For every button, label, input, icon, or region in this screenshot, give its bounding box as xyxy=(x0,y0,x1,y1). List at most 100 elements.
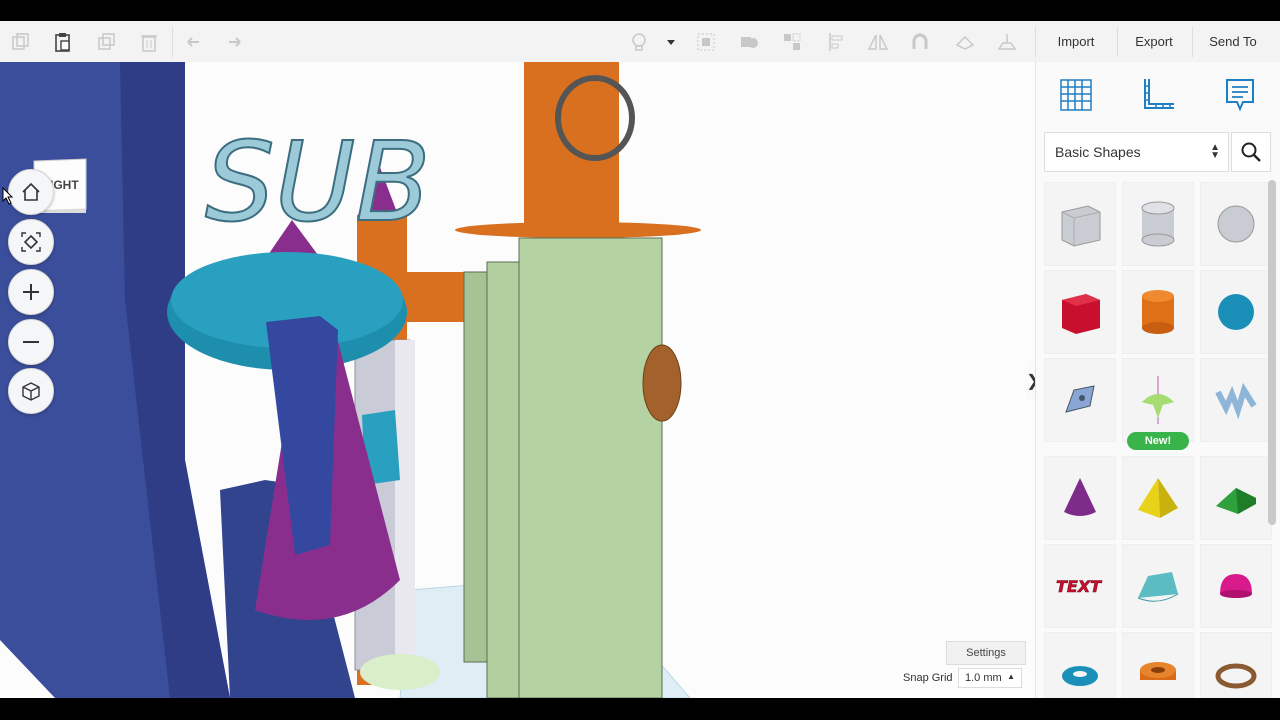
light-cylinder[interactable] xyxy=(395,340,415,670)
mirror-icon[interactable] xyxy=(865,29,891,55)
shape-box-hole[interactable] xyxy=(1044,182,1116,266)
solid-icon[interactable] xyxy=(736,29,762,55)
shape-sphere[interactable] xyxy=(1200,270,1272,354)
delete-icon[interactable] xyxy=(136,29,162,55)
shape-scribble[interactable] xyxy=(1044,358,1116,442)
shape-pyramid[interactable] xyxy=(1122,456,1194,540)
cylinder-icon xyxy=(1142,290,1174,334)
perspective-icon xyxy=(22,382,40,401)
light-green-base[interactable] xyxy=(360,654,440,690)
shape-roof[interactable] xyxy=(1200,456,1272,540)
pyramid-icon xyxy=(1138,478,1178,518)
toolbar: Import Export Send To xyxy=(0,21,1280,63)
shape-text[interactable]: TEXT xyxy=(1044,544,1116,628)
redo-icon[interactable] xyxy=(222,29,248,55)
cylinder-hole-icon xyxy=(1141,201,1175,247)
ruler-icon xyxy=(1144,79,1174,109)
shape-search-button[interactable] xyxy=(1231,132,1271,172)
half-sphere-icon xyxy=(1137,572,1179,602)
ruler-tab[interactable] xyxy=(1138,74,1178,116)
snap-grid-label: Snap Grid xyxy=(903,672,953,684)
zoom-in-button[interactable] xyxy=(8,269,54,315)
cruise-icon[interactable] xyxy=(952,29,978,55)
green-cylinder-front[interactable] xyxy=(518,237,663,698)
ring-icon xyxy=(1215,663,1257,689)
home-icon xyxy=(22,182,40,201)
ungroup-icon[interactable] xyxy=(779,29,805,55)
grid-icon xyxy=(1060,79,1092,111)
orange-disc[interactable] xyxy=(455,222,701,238)
group-icon[interactable] xyxy=(693,29,719,55)
sphere-icon xyxy=(1218,294,1254,330)
mouse-cursor-icon xyxy=(2,186,14,205)
shape-library-select[interactable]: Basic Shapes ▲ ▼ xyxy=(1044,132,1229,172)
fit-view-button[interactable] xyxy=(8,219,54,265)
notes-tab[interactable] xyxy=(1220,74,1260,116)
duplicate-icon[interactable] xyxy=(94,29,120,55)
text-3d-icon xyxy=(1215,382,1257,420)
zoom-out-icon xyxy=(23,341,39,343)
import-button[interactable]: Import xyxy=(1046,21,1106,62)
send-to-button[interactable]: Send To xyxy=(1200,21,1266,62)
workplane-icon[interactable] xyxy=(994,29,1020,55)
shape-half-sphere[interactable] xyxy=(1122,544,1194,628)
roof-icon xyxy=(1216,488,1256,514)
lightbulb-icon[interactable] xyxy=(626,29,652,55)
new-badge: New! xyxy=(1127,432,1189,450)
notes-icon xyxy=(1226,79,1254,112)
scene-canvas[interactable]: SUB xyxy=(0,62,1035,698)
torus-icon xyxy=(1062,666,1098,686)
fit-view-icon xyxy=(21,232,41,252)
copy-icon[interactable] xyxy=(8,29,34,55)
home-view-button[interactable] xyxy=(8,169,54,215)
paraboloid-icon xyxy=(1220,574,1252,598)
sphere-hole-icon xyxy=(1217,205,1255,243)
toolbar-divider xyxy=(1192,27,1193,57)
3d-workplane-viewport[interactable]: SUB RIGHT Settings Snap Grid 1.0 mm ▲ xyxy=(0,62,1035,698)
panel-scrollbar[interactable] xyxy=(1268,180,1276,525)
zoom-out-button[interactable] xyxy=(8,319,54,365)
sub-3d-text[interactable]: SUB xyxy=(204,117,432,247)
align-icon[interactable] xyxy=(824,29,850,55)
shape-ring[interactable] xyxy=(1200,632,1272,698)
settings-button[interactable]: Settings xyxy=(946,641,1026,665)
top-letterbox xyxy=(0,0,1280,21)
grid-tab[interactable] xyxy=(1056,74,1096,116)
shape-cylinder[interactable] xyxy=(1122,270,1194,354)
tube-icon xyxy=(1140,662,1176,680)
paste-icon[interactable] xyxy=(50,29,76,55)
box-hole-icon xyxy=(1061,205,1101,247)
perspective-button[interactable] xyxy=(8,368,54,414)
bottom-letterbox xyxy=(0,698,1280,720)
undo-icon[interactable] xyxy=(180,29,206,55)
shape-cone[interactable] xyxy=(1044,456,1116,540)
export-button[interactable]: Export xyxy=(1124,21,1184,62)
search-icon xyxy=(1241,142,1261,162)
dropdown-icon[interactable] xyxy=(658,29,684,55)
caret-up-icon: ▲ xyxy=(1007,672,1015,681)
box-icon xyxy=(1062,294,1100,334)
shapes-panel: Basic Shapes ▲ ▼ New! TEXT xyxy=(1035,62,1280,698)
shape-sphere-hole[interactable] xyxy=(1200,182,1272,266)
shape-cylinder-hole[interactable] xyxy=(1122,182,1194,266)
shape-library-value: Basic Shapes xyxy=(1055,144,1141,160)
snap-grid-select[interactable]: 1.0 mm ▲ xyxy=(958,668,1022,688)
magnet-icon[interactable] xyxy=(907,29,933,55)
shape-paraboloid[interactable] xyxy=(1200,544,1272,628)
snap-grid-value: 1.0 mm xyxy=(965,672,1002,684)
shape-generator-icon xyxy=(1142,376,1174,424)
shape-box[interactable] xyxy=(1044,270,1116,354)
zoom-in-icon xyxy=(23,284,39,300)
brown-knob[interactable] xyxy=(642,344,682,422)
select-caret-icon: ▲ ▼ xyxy=(1210,142,1220,161)
orange-crossbar[interactable] xyxy=(395,272,475,322)
shape-generator[interactable] xyxy=(1122,358,1194,442)
text-shape-label: TEXT xyxy=(1056,577,1102,596)
text-icon: TEXT xyxy=(1056,577,1103,597)
scribble-icon xyxy=(1065,385,1095,413)
toolbar-divider xyxy=(1035,27,1036,57)
shape-torus[interactable] xyxy=(1044,632,1116,698)
shape-tube[interactable] xyxy=(1122,632,1194,698)
shape-text-3d[interactable] xyxy=(1200,358,1272,442)
toolbar-divider xyxy=(1117,27,1118,57)
